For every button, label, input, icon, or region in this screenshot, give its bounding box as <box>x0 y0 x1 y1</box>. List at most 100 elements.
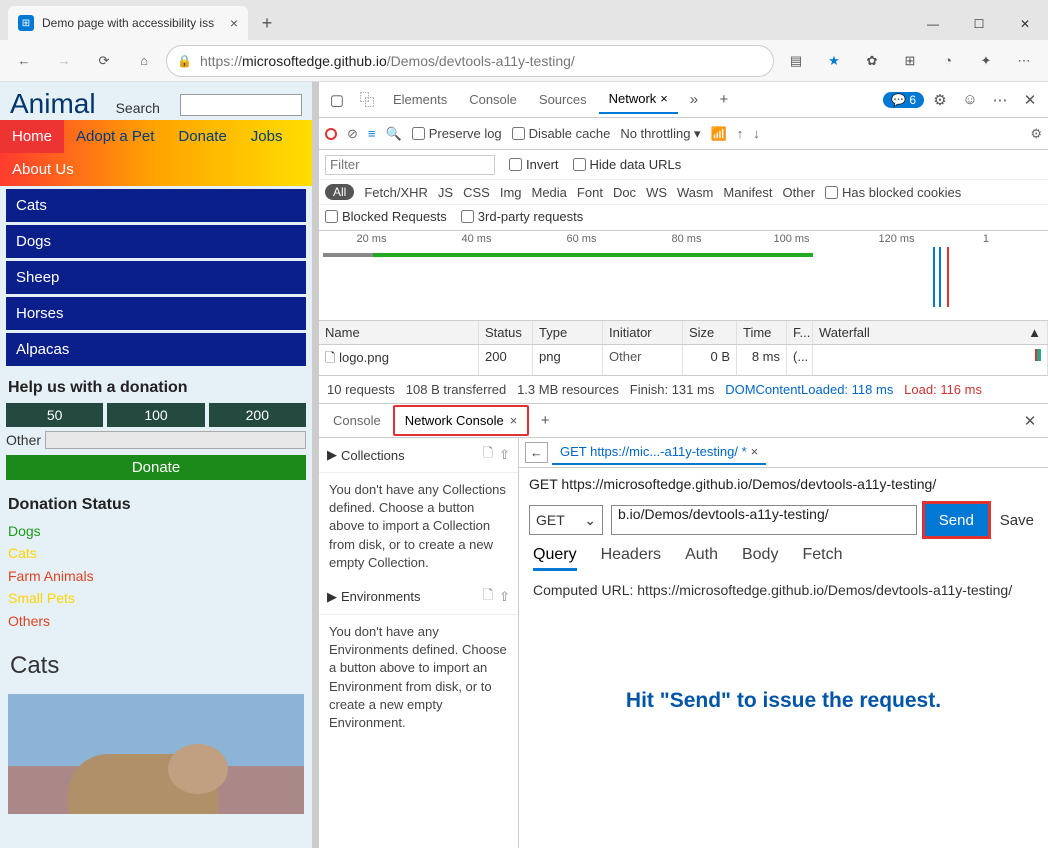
sparkle-icon[interactable]: ✦ <box>968 45 1004 77</box>
search-icon[interactable]: 🔍 <box>386 126 402 142</box>
close-icon[interactable]: × <box>751 444 759 459</box>
blocked-requests-checkbox[interactable]: Blocked Requests <box>325 209 447 224</box>
minimize-button[interactable]: — <box>910 8 956 40</box>
donate-100-button[interactable]: 100 <box>107 403 204 427</box>
back-icon[interactable]: ← <box>525 442 548 463</box>
import-icon[interactable]: ↑ <box>737 126 744 141</box>
search-input[interactable] <box>180 94 302 116</box>
environments-header[interactable]: ▶ Environments🗋⇧ <box>319 580 518 615</box>
page-scrollbar[interactable] <box>312 82 318 142</box>
sidebar-item-dogs[interactable]: Dogs <box>6 225 306 258</box>
close-icon[interactable]: × <box>660 91 668 106</box>
sidebar-item-horses[interactable]: Horses <box>6 297 306 330</box>
drawer-tab-network-console[interactable]: Network Console <box>393 405 530 436</box>
filter-input[interactable] <box>325 155 495 175</box>
new-file-icon[interactable]: 🗋 <box>483 586 493 608</box>
filter-fetchxhr[interactable]: Fetch/XHR <box>364 185 428 200</box>
nav-donate[interactable]: Donate <box>166 120 238 153</box>
param-tab-auth[interactable]: Auth <box>685 546 718 571</box>
preserve-log-checkbox[interactable]: Preserve log <box>412 126 502 141</box>
drawer-tab-console[interactable]: Console <box>323 407 391 434</box>
tab-sources[interactable]: Sources <box>529 86 597 113</box>
col-fulfilled[interactable]: F... <box>787 321 813 344</box>
tab-console[interactable]: Console <box>459 86 527 113</box>
save-button[interactable]: Save <box>996 512 1038 529</box>
filter-ws[interactable]: WS <box>646 185 667 200</box>
sidebar-item-sheep[interactable]: Sheep <box>6 261 306 294</box>
sidebar-item-alpacas[interactable]: Alpacas <box>6 333 306 366</box>
feedback-icon[interactable]: ☺ <box>956 91 984 108</box>
collections-header[interactable]: ▶ Collections🗋⇧ <box>319 438 518 473</box>
more-icon[interactable]: ⋯ <box>986 91 1014 109</box>
inspect-icon[interactable]: ▢ <box>323 91 351 109</box>
network-conditions-icon[interactable]: 📶 <box>711 126 727 142</box>
back-button[interactable]: ← <box>6 45 42 77</box>
filter-img[interactable]: Img <box>500 185 522 200</box>
param-tab-headers[interactable]: Headers <box>601 546 661 571</box>
drawer-close-icon[interactable]: ✕ <box>1016 412 1044 430</box>
blocked-cookies-checkbox[interactable]: Has blocked cookies <box>825 185 961 200</box>
import-icon[interactable]: ⇧ <box>499 589 510 605</box>
donate-50-button[interactable]: 50 <box>6 403 103 427</box>
col-size[interactable]: Size <box>683 321 737 344</box>
method-select[interactable]: GET⌄ <box>529 505 603 535</box>
third-party-checkbox[interactable]: 3rd-party requests <box>461 209 584 224</box>
collections-icon[interactable]: ⊞ <box>892 45 928 77</box>
table-row[interactable]: 🗋 logo.png 200 png Other 0 B 8 ms (... <box>319 345 1048 375</box>
address-bar[interactable]: 🔒 https://microsoftedge.github.io/Demos/… <box>166 45 774 77</box>
donate-other-input[interactable] <box>45 431 306 449</box>
col-initiator[interactable]: Initiator <box>603 321 683 344</box>
record-icon[interactable] <box>325 128 337 140</box>
filter-doc[interactable]: Doc <box>613 185 636 200</box>
issues-badge[interactable]: 💬 6 <box>883 92 924 108</box>
param-tab-query[interactable]: Query <box>533 546 577 571</box>
request-tab[interactable]: GET https://mic...-a11y-testing/ *× <box>552 440 766 465</box>
home-button[interactable]: ⌂ <box>126 45 162 77</box>
filter-css[interactable]: CSS <box>463 185 490 200</box>
clear-icon[interactable]: ⊘ <box>347 126 358 142</box>
param-tab-fetch[interactable]: Fetch <box>802 546 842 571</box>
url-input[interactable]: b.io/Demos/devtools-a11y-testing/ <box>611 505 917 535</box>
nav-about[interactable]: About Us <box>0 153 86 186</box>
param-tab-body[interactable]: Body <box>742 546 778 571</box>
filter-wasm[interactable]: Wasm <box>677 185 713 200</box>
nav-adopt[interactable]: Adopt a Pet <box>64 120 166 153</box>
throttling-select[interactable]: No throttling ▾ <box>620 126 700 142</box>
close-tab-icon[interactable]: × <box>230 15 238 31</box>
performance-icon[interactable]: ◔ <box>930 45 966 77</box>
filter-all[interactable]: All <box>325 184 354 200</box>
col-type[interactable]: Type <box>533 321 603 344</box>
import-icon[interactable]: ⇧ <box>499 447 510 463</box>
more-tabs-icon[interactable]: » <box>680 91 708 108</box>
col-status[interactable]: Status <box>479 321 533 344</box>
filter-media[interactable]: Media <box>532 185 567 200</box>
col-waterfall[interactable]: Waterfall▲ <box>813 321 1048 344</box>
col-name[interactable]: Name <box>319 321 479 344</box>
donate-submit-button[interactable]: Donate <box>6 455 306 480</box>
favorite-icon[interactable]: ★ <box>816 45 852 77</box>
filter-other[interactable]: Other <box>783 185 816 200</box>
export-icon[interactable]: ↓ <box>753 126 760 141</box>
sidebar-item-cats[interactable]: Cats <box>6 189 306 222</box>
drawer-add-tab-icon[interactable]: + <box>531 412 559 429</box>
close-window-button[interactable]: ✕ <box>1002 8 1048 40</box>
menu-button[interactable]: ⋯ <box>1006 45 1042 77</box>
nav-home[interactable]: Home <box>0 120 64 153</box>
refresh-button[interactable]: ⟳ <box>86 45 122 77</box>
reader-icon[interactable]: ▤ <box>778 45 814 77</box>
forward-button[interactable]: → <box>46 45 82 77</box>
nav-jobs[interactable]: Jobs <box>239 120 295 153</box>
invert-checkbox[interactable]: Invert <box>509 157 559 172</box>
col-time[interactable]: Time <box>737 321 787 344</box>
device-icon[interactable]: ⿻ <box>353 89 381 110</box>
settings-icon[interactable]: ⚙ <box>926 91 954 109</box>
filter-manifest[interactable]: Manifest <box>723 185 772 200</box>
filter-font[interactable]: Font <box>577 185 603 200</box>
network-settings-icon[interactable]: ⚙ <box>1030 126 1042 142</box>
network-timeline[interactable]: 20 ms 40 ms 60 ms 80 ms 100 ms 120 ms 1 <box>319 231 1048 321</box>
disable-cache-checkbox[interactable]: Disable cache <box>512 126 611 141</box>
add-tab-icon[interactable]: + <box>710 91 738 108</box>
filter-icon[interactable]: ≡ <box>368 126 376 141</box>
new-tab-button[interactable]: + <box>252 8 282 38</box>
maximize-button[interactable]: ☐ <box>956 8 1002 40</box>
